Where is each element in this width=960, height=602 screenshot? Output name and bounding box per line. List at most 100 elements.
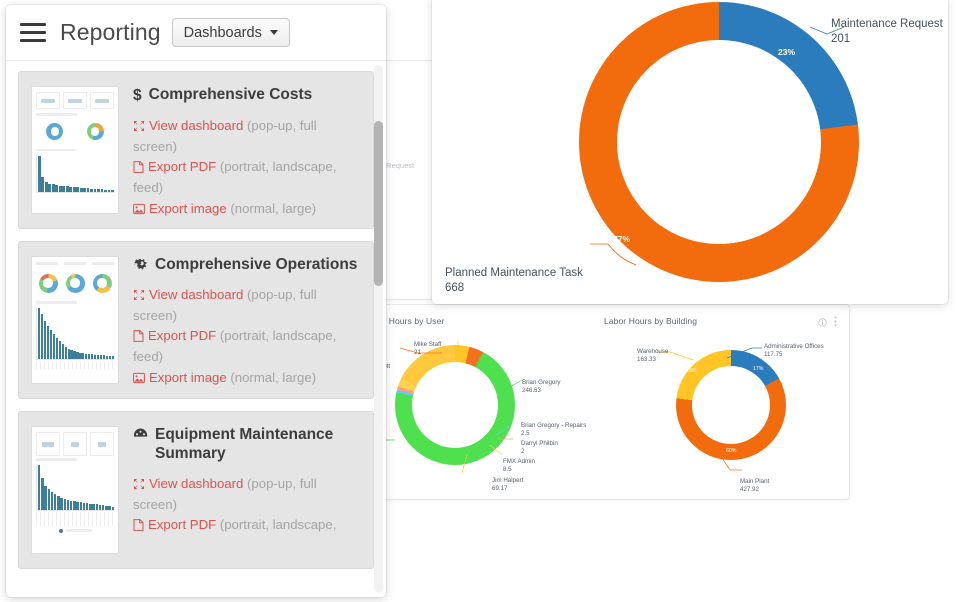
info-icon[interactable] bbox=[818, 318, 827, 327]
dashboards-dropdown-button[interactable]: Dashboards bbox=[172, 18, 290, 47]
expand-icon bbox=[133, 288, 145, 307]
label-value: 246.63 bbox=[522, 387, 541, 394]
thumb-legend-swatch bbox=[59, 529, 63, 533]
thumb-donut-row bbox=[36, 269, 114, 297]
label-name: Warehouse bbox=[637, 348, 668, 355]
scrollbar-thumb[interactable] bbox=[374, 121, 383, 286]
thumb-donut bbox=[66, 274, 85, 293]
reporting-header: Reporting Dashboards bbox=[6, 5, 386, 61]
dashboard-card-main: Comprehensive Operations View dashboard … bbox=[133, 256, 361, 384]
donut-user-label-fmx-admin: FMX Admin 8.5 bbox=[503, 458, 535, 473]
label-value: 163.33 bbox=[637, 356, 656, 363]
thumb-axis-labels bbox=[36, 512, 114, 526]
thumb-kpi-tile bbox=[63, 92, 87, 109]
view-dashboard-label: View dashboard bbox=[149, 118, 243, 133]
export-image-link[interactable]: Export image bbox=[133, 370, 227, 385]
thumb-caption bbox=[36, 458, 77, 461]
view-dashboard-link[interactable]: View dashboard bbox=[133, 287, 243, 302]
dashboard-card-title-text: Comprehensive Costs bbox=[149, 86, 313, 105]
dashboard-list-scroll: $ Comprehensive Costs View dashboard (po… bbox=[18, 71, 374, 597]
thumb-donut-row bbox=[36, 119, 114, 145]
dashboard-card-link-row: View dashboard (pop-up, full screen) bbox=[133, 475, 361, 514]
dashboard-thumbnail bbox=[31, 256, 119, 384]
dashboard-card-link-row: Export PDF (portrait, landscape, feed) bbox=[133, 327, 361, 366]
reporting-panel: Reporting Dashboards bbox=[6, 5, 386, 597]
export-image-meta: (normal, large) bbox=[230, 201, 316, 216]
dashboard-card-link-row: Export PDF (portrait, landscape, feed) bbox=[133, 158, 361, 197]
thumb-caption bbox=[36, 113, 77, 116]
donut-user-label-mike-staff: Mike Staff 21 bbox=[414, 341, 441, 356]
view-dashboard-link[interactable]: View dashboard bbox=[133, 476, 243, 491]
thumb-kpi-tile bbox=[36, 92, 60, 109]
dashboard-list-scrollbar[interactable] bbox=[374, 65, 383, 593]
label-name: Brian Gregory - Repairs bbox=[521, 422, 586, 429]
thumb-bar-chart bbox=[36, 307, 114, 360]
label-name: Main Plant bbox=[740, 478, 769, 485]
label-name: Jim Halpert bbox=[492, 477, 523, 484]
expand-icon bbox=[133, 477, 145, 496]
thumb-kpi-row bbox=[36, 432, 114, 454]
labor-building-card-actions[interactable] bbox=[818, 316, 837, 329]
dashboard-card-main: $ Comprehensive Costs View dashboard (po… bbox=[133, 86, 361, 214]
dashboard-card-title: $ Comprehensive Costs bbox=[133, 86, 361, 106]
donut-user-label-brian-gregory-repairs: Brian Gregory - Repairs 2.5 bbox=[521, 422, 586, 437]
dashboard-card-link-row: Export image (normal, large) bbox=[133, 200, 361, 221]
expand-icon bbox=[133, 119, 145, 138]
dashboard-thumbnail bbox=[31, 86, 119, 214]
label-name: Maintenance Request bbox=[831, 18, 943, 30]
label-value: 21 bbox=[414, 349, 421, 356]
dashboard-card[interactable]: Equipment Maintenance Summary View dashb… bbox=[18, 411, 374, 569]
donut-building-percent-main-plant: 60% bbox=[726, 448, 736, 454]
thumb-legend-label bbox=[66, 529, 92, 532]
view-dashboard-label: View dashboard bbox=[149, 476, 243, 491]
export-pdf-label: Export PDF bbox=[148, 328, 216, 343]
export-image-label: Export image bbox=[149, 370, 227, 385]
dashboard-thumbnail bbox=[31, 426, 119, 554]
donut-building-label-main-plant: Main Plant 427.92 bbox=[740, 478, 769, 493]
thumb-caption-row bbox=[36, 262, 114, 265]
view-dashboard-label: View dashboard bbox=[149, 287, 243, 302]
dashboard-card-link-row: View dashboard (pop-up, full screen) bbox=[133, 286, 361, 325]
big-donut-label-maintenance-request: Maintenance Request 201 bbox=[831, 17, 943, 46]
big-donut-percent-planned-maintenance-task: 77% bbox=[613, 234, 630, 244]
export-pdf-label: Export PDF bbox=[148, 159, 216, 174]
export-pdf-link[interactable]: Export PDF bbox=[133, 328, 216, 343]
thumb-kpi-tile bbox=[90, 432, 114, 456]
thumb-donut bbox=[46, 123, 63, 140]
thumb-axis-labels bbox=[36, 361, 114, 369]
dashboard-card-link-row: Export image (normal, large) bbox=[133, 369, 361, 390]
kebab-menu-icon[interactable] bbox=[834, 316, 837, 329]
gauge-icon bbox=[133, 427, 148, 440]
image-file-icon bbox=[133, 202, 145, 221]
dashboard-card-link-row: Export PDF (portrait, landscape, bbox=[133, 516, 361, 537]
big-donut-percent-maintenance-request: 23% bbox=[778, 47, 795, 57]
thumb-bar-chart bbox=[36, 464, 114, 511]
dashboard-card-title-text: Equipment Maintenance Summary bbox=[155, 426, 361, 464]
dashboard-list: $ Comprehensive Costs View dashboard (po… bbox=[6, 61, 386, 597]
donut-user-label-jim-halpert: Jim Halpert 69.17 bbox=[492, 477, 523, 492]
dashboard-thumbnail-wrap bbox=[31, 426, 119, 554]
label-value: 8.5 bbox=[503, 466, 512, 473]
hamburger-menu-icon[interactable] bbox=[20, 23, 46, 43]
thumb-kpi-tile bbox=[36, 432, 60, 456]
label-name: Planned Maintenance Task bbox=[445, 267, 583, 279]
page-title: Reporting bbox=[60, 19, 161, 46]
dashboard-card-title: Comprehensive Operations bbox=[133, 256, 361, 275]
dashboard-card[interactable]: Comprehensive Operations View dashboard … bbox=[18, 241, 374, 399]
export-pdf-meta: (portrait, landscape, bbox=[220, 517, 337, 532]
label-value: 2.5 bbox=[521, 430, 530, 437]
view-dashboard-link[interactable]: View dashboard bbox=[133, 118, 243, 133]
dashboard-card[interactable]: $ Comprehensive Costs View dashboard (po… bbox=[18, 71, 374, 229]
dashboard-thumbnail-wrap bbox=[31, 256, 119, 384]
thumb-bar-chart bbox=[36, 154, 114, 193]
dollar-icon: $ bbox=[133, 87, 142, 106]
label-value: 201 bbox=[831, 33, 850, 45]
export-image-link[interactable]: Export image bbox=[133, 201, 227, 216]
export-pdf-link[interactable]: Export PDF bbox=[133, 517, 216, 532]
donut-user-label-darryl-philbin: Darryl Philbin 2 bbox=[521, 440, 558, 455]
label-name: Darryl Philbin bbox=[521, 440, 558, 447]
label-name: Mike Staff bbox=[414, 341, 441, 348]
thumb-kpi-row bbox=[36, 92, 114, 109]
export-pdf-link[interactable]: Export PDF bbox=[133, 159, 216, 174]
donut-building-leader-lines bbox=[630, 340, 830, 500]
